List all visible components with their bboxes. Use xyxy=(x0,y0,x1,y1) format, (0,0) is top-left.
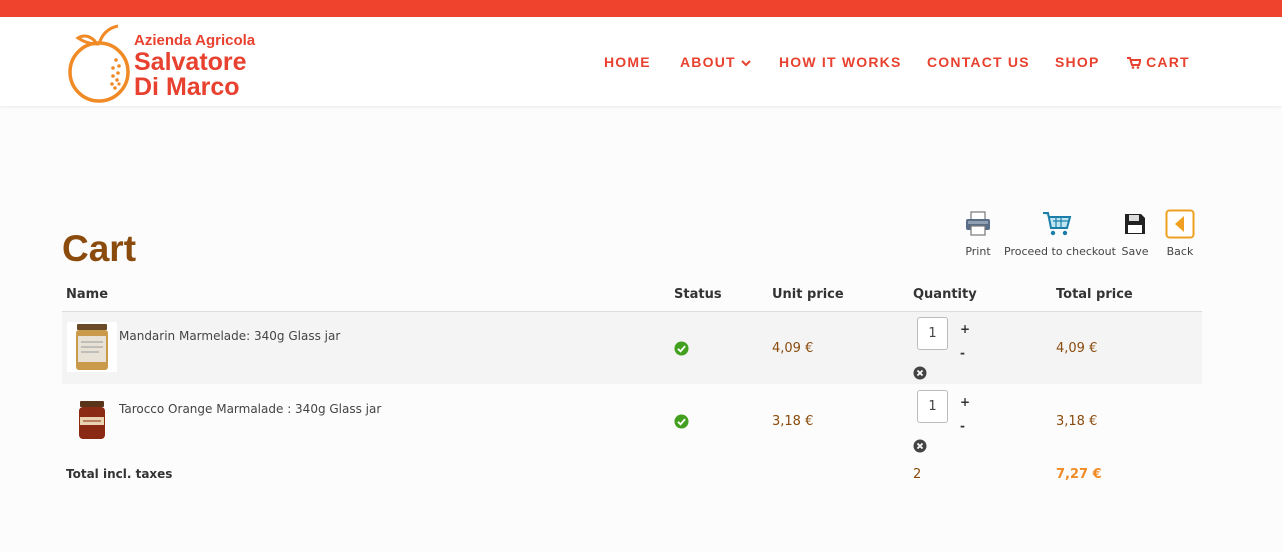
back-button[interactable]: Back xyxy=(1162,207,1198,265)
check-circle-icon xyxy=(674,341,689,356)
printer-icon xyxy=(966,211,990,236)
print-label: Print xyxy=(965,245,991,258)
print-button[interactable]: Print xyxy=(958,207,998,265)
nav-how-it-works[interactable]: HOW IT WORKS xyxy=(779,54,902,70)
back-arrow-icon xyxy=(1165,209,1195,239)
nav-about[interactable]: ABOUT xyxy=(680,54,751,70)
column-header-quantity: Quantity xyxy=(913,287,977,302)
product-name[interactable]: Tarocco Orange Marmalade : 340g Glass ja… xyxy=(119,402,381,416)
checkout-button[interactable]: Proceed to checkout xyxy=(1004,207,1116,265)
back-label: Back xyxy=(1166,245,1194,258)
quantity-decrease-button[interactable]: - xyxy=(960,346,965,360)
cart-icon xyxy=(1127,57,1142,70)
nav-home[interactable]: HOME xyxy=(604,54,651,70)
product-thumbnail[interactable] xyxy=(67,322,117,372)
unit-price: 4,09 € xyxy=(772,341,814,356)
jar-image xyxy=(67,395,117,445)
column-header-total-price: Total price xyxy=(1056,287,1133,302)
nav-contact-us[interactable]: CONTACT US xyxy=(927,54,1030,70)
jar-image xyxy=(67,322,117,372)
product-name[interactable]: Mandarin Marmelade: 340g Glass jar xyxy=(119,329,340,343)
brand-tagline: Azienda Agricola xyxy=(134,32,256,49)
quantity-increase-button[interactable]: + xyxy=(960,322,970,336)
quantity-input[interactable]: 1 xyxy=(917,390,948,423)
nav-cart-label: CART xyxy=(1146,54,1190,70)
brand-name-line1: Salvatore xyxy=(134,48,247,76)
nav-cart[interactable]: CART xyxy=(1127,54,1190,70)
row-total-price: 4,09 € xyxy=(1056,341,1098,356)
quantity-decrease-button[interactable]: - xyxy=(960,419,965,433)
shopping-cart-icon xyxy=(1043,212,1072,236)
product-thumbnail[interactable] xyxy=(67,395,117,445)
column-header-unit-price: Unit price xyxy=(772,287,844,302)
table-row: Mandarin Marmelade: 340g Glass jar 4,09 … xyxy=(62,312,1202,384)
unit-price: 3,18 € xyxy=(772,414,814,429)
cart-total-price: 7,27 € xyxy=(1056,467,1102,482)
table-row: Tarocco Orange Marmalade : 340g Glass ja… xyxy=(62,385,1202,457)
floppy-disk-icon xyxy=(1125,214,1145,234)
save-button[interactable]: Save xyxy=(1118,207,1152,265)
checkout-label: Proceed to checkout xyxy=(1004,245,1116,258)
brand-name-line2: Di Marco xyxy=(134,73,240,101)
remove-item-icon[interactable] xyxy=(913,366,927,380)
check-circle-icon xyxy=(674,414,689,429)
nav-shop[interactable]: SHOP xyxy=(1055,54,1099,70)
row-total-price: 3,18 € xyxy=(1056,414,1098,429)
page-title: Cart xyxy=(62,228,137,269)
column-header-name: Name xyxy=(66,287,109,302)
top-bar xyxy=(0,0,1282,17)
remove-item-icon[interactable] xyxy=(913,439,927,453)
chevron-down-icon xyxy=(741,60,751,67)
column-header-status: Status xyxy=(674,287,722,302)
nav-about-label: ABOUT xyxy=(680,54,736,70)
total-label: Total incl. taxes xyxy=(66,467,173,481)
total-quantity: 2 xyxy=(913,467,922,482)
save-label: Save xyxy=(1121,245,1149,258)
quantity-input[interactable]: 1 xyxy=(917,317,948,350)
orange-fruit-icon xyxy=(68,24,130,103)
site-logo[interactable]: Azienda Agricola Salvatore Di Marco xyxy=(66,20,266,106)
quantity-increase-button[interactable]: + xyxy=(960,395,970,409)
